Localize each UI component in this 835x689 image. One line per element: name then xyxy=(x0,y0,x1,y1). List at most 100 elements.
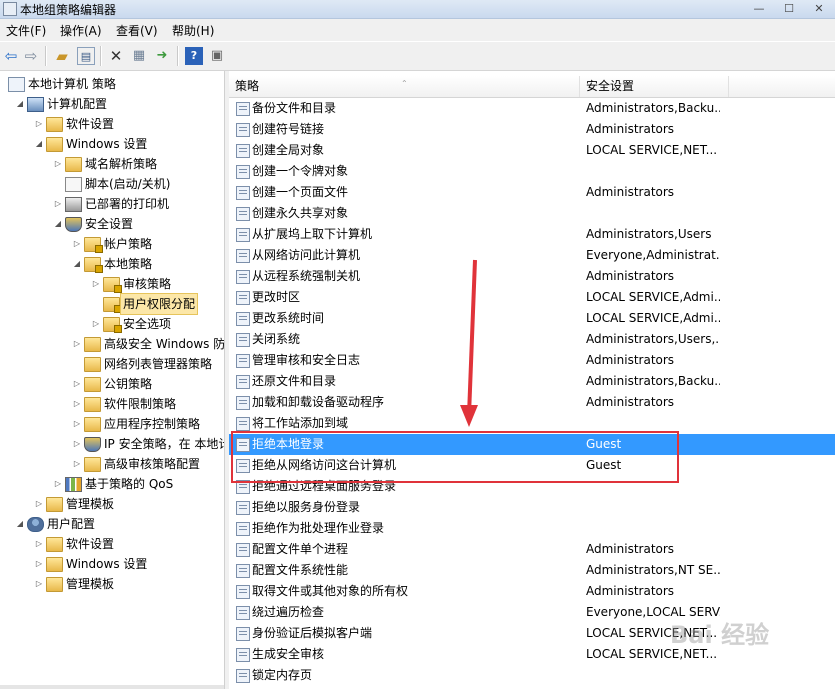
column-header-setting[interactable]: 安全设置 xyxy=(580,76,729,97)
collapsed-arrow-icon[interactable]: ▷ xyxy=(72,334,82,354)
table-row[interactable]: 取得文件或其他对象的所有权 Administrators xyxy=(229,581,835,602)
tree-item[interactable]: ▷ 管理模板 xyxy=(0,574,224,594)
collapsed-arrow-icon[interactable]: ▷ xyxy=(34,554,44,574)
table-row[interactable]: 更改系统时间 LOCAL SERVICE,Admi... xyxy=(229,308,835,329)
table-row[interactable]: 创建全局对象 LOCAL SERVICE,NET... xyxy=(229,140,835,161)
table-row[interactable]: 加载和卸载设备驱动程序 Administrators xyxy=(229,392,835,413)
table-row[interactable]: 还原文件和目录 Administrators,Backu... xyxy=(229,371,835,392)
table-row[interactable]: 从远程系统强制关机 Administrators xyxy=(229,266,835,287)
up-folder-icon[interactable]: ▰ xyxy=(53,47,71,65)
collapsed-arrow-icon[interactable]: ▷ xyxy=(34,494,44,514)
table-row[interactable]: 创建一个页面文件 Administrators xyxy=(229,182,835,203)
maximize-button[interactable]: ☐ xyxy=(775,1,803,16)
collapsed-arrow-icon[interactable]: ▷ xyxy=(72,394,82,414)
tree-item[interactable]: ◢ 安全设置 xyxy=(0,214,224,234)
tree-item[interactable]: ▷ 应用程序控制策略 xyxy=(0,414,224,434)
table-row[interactable]: 更改时区 LOCAL SERVICE,Admi... xyxy=(229,287,835,308)
close-button[interactable]: ✕ xyxy=(805,1,833,16)
collapsed-arrow-icon[interactable]: ▷ xyxy=(91,314,101,334)
tree-item[interactable]: 本地计算机 策略 xyxy=(0,74,224,94)
security-setting: Administrators xyxy=(586,269,675,283)
collapsed-arrow-icon[interactable]: ▷ xyxy=(91,274,101,294)
table-row[interactable]: 拒绝通过远程桌面服务登录 xyxy=(229,476,835,497)
properties-icon[interactable]: ▦ xyxy=(130,47,148,65)
tree-item[interactable]: ◢ Windows 设置 xyxy=(0,134,224,154)
annotation-arrow xyxy=(460,259,478,427)
table-row[interactable]: 创建符号链接 Administrators xyxy=(229,119,835,140)
tree-item[interactable]: ▷ 审核策略 xyxy=(0,274,224,294)
policy-name: 创建全局对象 xyxy=(252,143,325,157)
security-setting: Administrators xyxy=(586,542,675,556)
table-row[interactable]: 创建一个令牌对象 xyxy=(229,161,835,182)
table-row[interactable]: 拒绝本地登录 Guest xyxy=(229,434,835,455)
collapsed-arrow-icon[interactable]: ▷ xyxy=(34,114,44,134)
expanded-arrow-icon[interactable]: ◢ xyxy=(15,94,25,114)
forward-icon[interactable]: ⇨ xyxy=(22,47,40,65)
tree-item[interactable]: ▷ 软件设置 xyxy=(0,114,224,134)
tree-item[interactable]: ▷ 域名解析策略 xyxy=(0,154,224,174)
expanded-arrow-icon[interactable]: ◢ xyxy=(53,214,63,234)
tree-item[interactable]: ▷ 基于策略的 QoS xyxy=(0,474,224,494)
table-row[interactable]: 拒绝以服务身份登录 xyxy=(229,497,835,518)
collapsed-arrow-icon[interactable]: ▷ xyxy=(53,154,63,174)
collapsed-arrow-icon[interactable]: ▷ xyxy=(72,374,82,394)
table-row[interactable]: 锁定内存页 xyxy=(229,665,835,686)
console-icon[interactable]: ▣ xyxy=(208,47,226,65)
collapsed-arrow-icon[interactable]: ▷ xyxy=(53,474,63,494)
tree-item[interactable]: ▷ 高级安全 Windows 防火墙 xyxy=(0,334,224,354)
tree-item[interactable]: 脚本(启动/关机) xyxy=(0,174,224,194)
tree-horizontal-scrollbar[interactable] xyxy=(0,685,224,689)
menu-file[interactable]: 文件(F) xyxy=(6,22,46,39)
table-row[interactable]: 从扩展坞上取下计算机 Administrators,Users xyxy=(229,224,835,245)
tree-item[interactable]: ▷ IP 安全策略，在 本地计算机 xyxy=(0,434,224,454)
tree-item[interactable]: ▷ 公钥策略 xyxy=(0,374,224,394)
collapsed-arrow-icon[interactable]: ▷ xyxy=(72,434,82,454)
tree-item[interactable]: ◢ 计算机配置 xyxy=(0,94,224,114)
tree-item[interactable]: ▷ 安全选项 xyxy=(0,314,224,334)
collapsed-arrow-icon[interactable]: ▷ xyxy=(72,414,82,434)
table-row[interactable]: 从网络访问此计算机 Everyone,Administrat... xyxy=(229,245,835,266)
collapsed-arrow-icon[interactable]: ▷ xyxy=(72,454,82,474)
table-row[interactable]: 关闭系统 Administrators,Users,... xyxy=(229,329,835,350)
table-row[interactable]: 将工作站添加到域 xyxy=(229,413,835,434)
expanded-arrow-icon[interactable]: ◢ xyxy=(72,254,82,274)
policy-icon xyxy=(236,354,250,368)
table-row[interactable]: 管理审核和安全日志 Administrators xyxy=(229,350,835,371)
table-row[interactable]: 拒绝作为批处理作业登录 xyxy=(229,518,835,539)
collapsed-arrow-icon[interactable]: ▷ xyxy=(72,234,82,254)
menu-view[interactable]: 查看(V) xyxy=(116,22,158,39)
tree-item[interactable]: ◢ 用户配置 xyxy=(0,514,224,534)
collapsed-arrow-icon[interactable]: ▷ xyxy=(34,574,44,594)
minimize-button[interactable]: — xyxy=(745,1,773,16)
tree-item[interactable]: ▷ 软件设置 xyxy=(0,534,224,554)
table-row[interactable]: 拒绝从网络访问这台计算机 Guest xyxy=(229,455,835,476)
tree-item[interactable]: ▷ 高级审核策略配置 xyxy=(0,454,224,474)
tree-item[interactable]: 用户权限分配 xyxy=(0,293,224,315)
tree-item[interactable]: ▷ 软件限制策略 xyxy=(0,394,224,414)
delete-icon[interactable]: ✕ xyxy=(107,47,125,65)
tree-item[interactable]: ▷ 帐户策略 xyxy=(0,234,224,254)
tree-item-label: 脚本(启动/关机) xyxy=(85,177,171,191)
help-icon[interactable]: ? xyxy=(185,47,203,65)
security-setting: Administrators xyxy=(586,353,675,367)
tree-item[interactable]: ▷ Windows 设置 xyxy=(0,554,224,574)
back-icon[interactable]: ⇦ xyxy=(2,47,20,65)
table-row[interactable]: 配置文件单个进程 Administrators xyxy=(229,539,835,560)
tree-item[interactable]: 网络列表管理器策略 xyxy=(0,354,224,374)
column-header-policy[interactable]: 策略 ⌃ xyxy=(229,76,580,97)
menu-action[interactable]: 操作(A) xyxy=(60,22,102,39)
collapsed-arrow-icon[interactable]: ▷ xyxy=(34,534,44,554)
collapsed-arrow-icon[interactable]: ▷ xyxy=(53,194,63,214)
tree-item[interactable]: ◢ 本地策略 xyxy=(0,254,224,274)
table-row[interactable]: 配置文件系统性能 Administrators,NT SE... xyxy=(229,560,835,581)
table-row[interactable]: 创建永久共享对象 xyxy=(229,203,835,224)
tree-item[interactable]: ▷ 已部署的打印机 xyxy=(0,194,224,214)
tree-item[interactable]: ▷ 管理模板 xyxy=(0,494,224,514)
policy-icon xyxy=(236,333,250,347)
show-hide-tree-icon[interactable]: ▤ xyxy=(77,47,95,65)
expanded-arrow-icon[interactable]: ◢ xyxy=(34,134,44,154)
menu-help[interactable]: 帮助(H) xyxy=(172,22,214,39)
export-icon[interactable]: ➜ xyxy=(153,47,171,65)
expanded-arrow-icon[interactable]: ◢ xyxy=(15,514,25,534)
table-row[interactable]: 备份文件和目录 Administrators,Backu... xyxy=(229,98,835,119)
